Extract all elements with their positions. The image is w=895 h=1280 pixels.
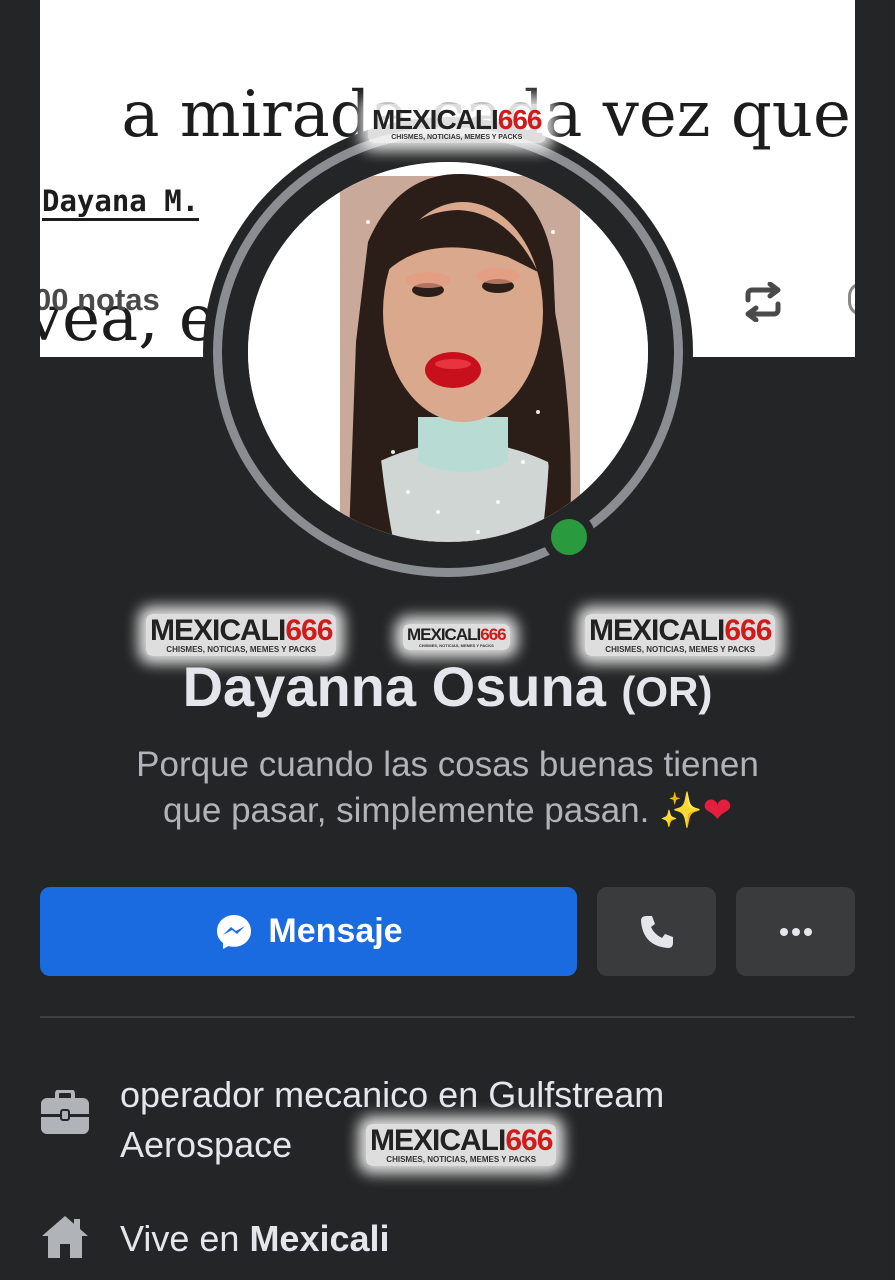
work-text-line-1: operador mecanico en Gulfstream: [120, 1074, 665, 1115]
watermark-tagline: CHISMES, NOTICIAS, MEMES Y PACKS: [605, 645, 756, 654]
watermark-tagline: CHISMES, NOTICIAS, MEMES Y PACKS: [386, 1155, 537, 1164]
watermark-brand: MEXICALI: [407, 625, 481, 644]
watermark-logo: MEXICALI666 CHISMES, NOTICIAS, MEMES Y P…: [146, 614, 337, 656]
watermark-tagline: CHISMES, NOTICIAS, MEMES Y PACKS: [418, 643, 494, 648]
watermark-logo: MEXICALI666 CHISMES, NOTICIAS, MEMES Y P…: [366, 1124, 557, 1166]
location-text: Vive en Mexicali: [120, 1214, 390, 1264]
profile-alternate-name: (OR): [621, 668, 713, 715]
call-button[interactable]: [597, 887, 716, 976]
watermark-number: 666: [497, 104, 543, 135]
message-button[interactable]: Mensaje: [40, 887, 577, 976]
phone-icon: [640, 915, 673, 948]
profile-photo-image: [248, 162, 648, 542]
watermark-brand: MEXICALI: [150, 614, 286, 647]
briefcase-icon: [41, 1090, 89, 1134]
cover-author: Dayana M.: [42, 184, 200, 221]
watermark-logo: MEXICALI666 CHISMES, NOTICIAS, MEMES Y P…: [403, 624, 510, 650]
bio-line-2: que pasar, simplemente pasan.: [162, 791, 650, 830]
location-prefix: Vive en: [120, 1218, 250, 1259]
online-status-dot: [543, 511, 595, 563]
bio-line-1: Porque cuando las cosas buenas tienen: [136, 745, 759, 784]
watermark-brand: MEXICALI: [372, 104, 499, 135]
location-city-link[interactable]: Mexicali: [249, 1218, 389, 1259]
watermark-number: 666: [505, 1124, 553, 1157]
messenger-icon: [217, 914, 252, 949]
watermark-number: 666: [285, 614, 333, 647]
watermark-logo: MEXICALI666 CHISMES, NOTICIAS, MEMES Y P…: [585, 614, 776, 656]
cover-notes-count: 00 notas: [40, 282, 160, 317]
heart-icon: ❤: [702, 791, 733, 830]
home-icon: [42, 1216, 88, 1258]
watermark-brand: MEXICALI: [589, 614, 725, 647]
profile-name-text: Dayanna Osuna: [182, 655, 606, 718]
more-icon: [779, 927, 812, 936]
profile-bio: Porque cuando las cosas buenas tienen qu…: [60, 742, 835, 834]
profile-name: Dayanna Osuna (OR): [0, 654, 895, 719]
watermark-logo: MEXICALI666 CHISMES, NOTICIAS, MEMES Y P…: [368, 104, 546, 143]
watermark-tagline: CHISMES, NOTICIAS, MEMES Y PACKS: [166, 645, 317, 654]
section-divider: [40, 1016, 855, 1018]
message-button-label: Mensaje: [268, 912, 403, 950]
more-options-button[interactable]: [736, 887, 855, 976]
reblog-icon: [745, 282, 781, 322]
watermark-tagline: CHISMES, NOTICIAS, MEMES Y PACKS: [391, 134, 523, 141]
profile-picture[interactable]: [203, 117, 693, 587]
watermark-number: 666: [724, 614, 772, 647]
profile-photo: [248, 162, 648, 542]
sparkles-icon: ✨: [659, 791, 703, 830]
watermark-brand: MEXICALI: [370, 1124, 506, 1157]
story-ring: [213, 127, 683, 577]
work-text-line-2: Aerospace: [120, 1124, 293, 1165]
watermark-number: 666: [480, 625, 506, 644]
